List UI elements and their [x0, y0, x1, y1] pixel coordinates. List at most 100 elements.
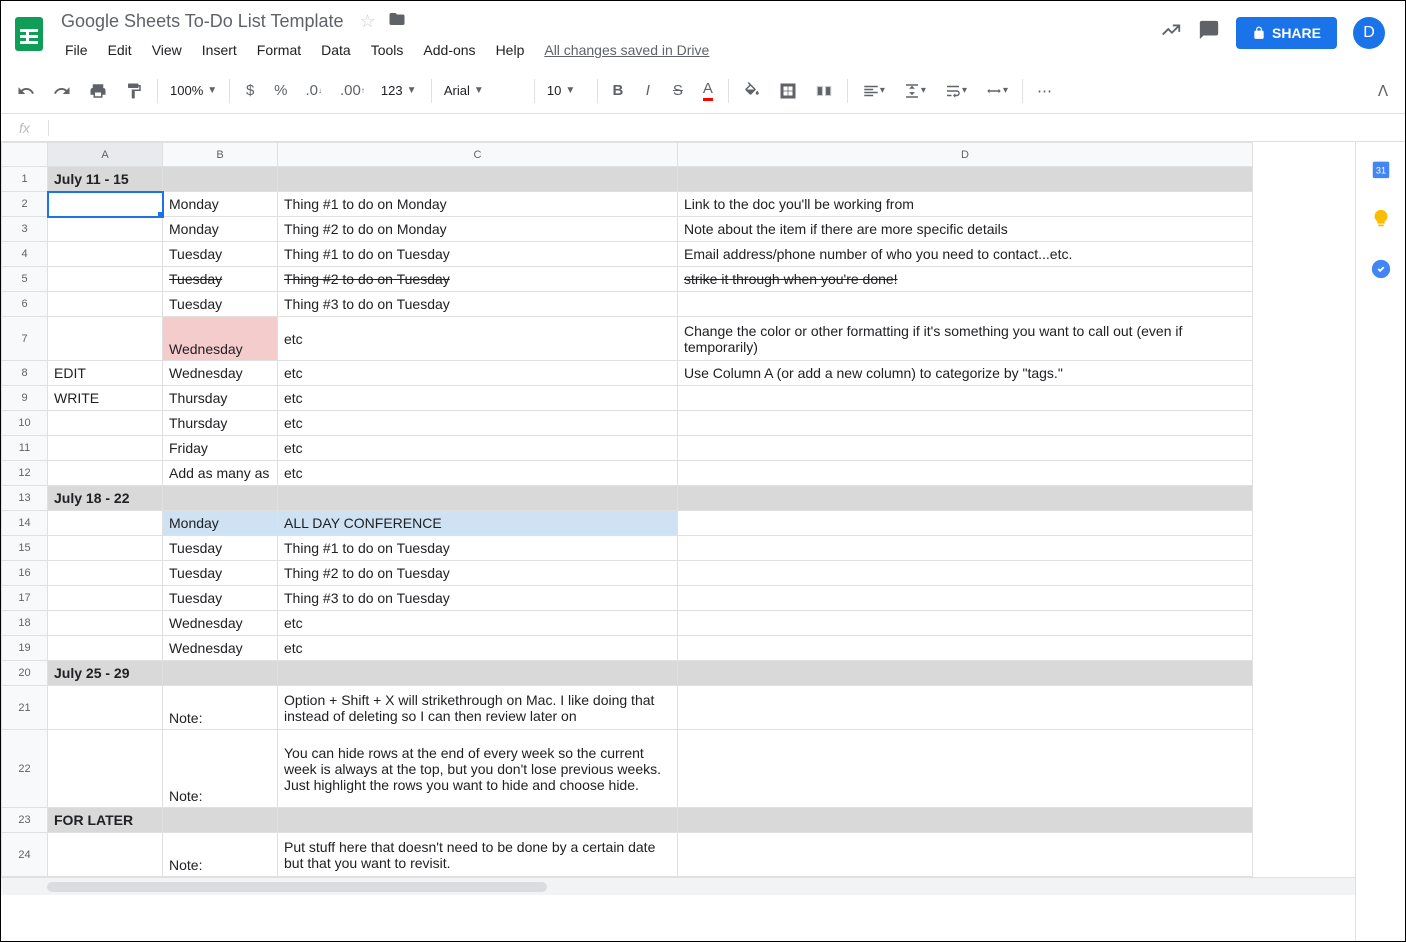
row-header[interactable]: 5 [2, 267, 48, 292]
cell[interactable]: Tuesday [163, 586, 278, 611]
cell[interactable] [163, 661, 278, 686]
number-format-select[interactable]: 123▼ [375, 79, 425, 102]
row-header[interactable]: 22 [2, 730, 48, 808]
menu-view[interactable]: View [144, 38, 190, 62]
cell[interactable]: July 11 - 15 [48, 167, 163, 192]
cell[interactable] [278, 661, 678, 686]
row-header[interactable]: 12 [2, 461, 48, 486]
font-select[interactable]: Arial▼ [438, 79, 528, 102]
cell[interactable] [678, 636, 1253, 661]
cell[interactable] [278, 167, 678, 192]
column-header-b[interactable]: B [163, 143, 278, 167]
explore-icon[interactable] [1160, 19, 1182, 47]
cell[interactable] [48, 586, 163, 611]
cell[interactable] [163, 167, 278, 192]
text-color-button[interactable]: A [694, 74, 722, 107]
cell[interactable] [678, 461, 1253, 486]
comments-icon[interactable] [1198, 19, 1220, 47]
horizontal-scrollbar[interactable] [1, 877, 1355, 895]
folder-icon[interactable] [388, 10, 406, 33]
cell[interactable]: Thursday [163, 386, 278, 411]
row-header[interactable]: 21 [2, 686, 48, 730]
star-icon[interactable]: ☆ [360, 11, 376, 32]
row-header[interactable]: 7 [2, 317, 48, 361]
bold-button[interactable]: B [604, 76, 632, 105]
cell[interactable]: Thing #1 to do on Tuesday [278, 536, 678, 561]
menu-tools[interactable]: Tools [363, 38, 412, 62]
cell[interactable]: Note: [163, 686, 278, 730]
cell[interactable]: Thing #1 to do on Monday [278, 192, 678, 217]
menu-format[interactable]: Format [249, 38, 309, 62]
fill-color-button[interactable] [735, 76, 769, 106]
cell[interactable] [678, 486, 1253, 511]
cell[interactable]: Use Column A (or add a new column) to ca… [678, 361, 1253, 386]
cell[interactable] [163, 808, 278, 833]
row-header[interactable]: 14 [2, 511, 48, 536]
row-header[interactable]: 10 [2, 411, 48, 436]
cell[interactable] [48, 561, 163, 586]
cell[interactable] [678, 661, 1253, 686]
row-header[interactable]: 15 [2, 536, 48, 561]
cell[interactable]: Thing #2 to do on Monday [278, 217, 678, 242]
cell[interactable] [678, 611, 1253, 636]
zoom-select[interactable]: 100%▼ [164, 79, 223, 102]
increase-decimal-button[interactable]: .00↑ [332, 76, 373, 105]
cell[interactable]: Thing #2 to do on Tuesday [278, 267, 678, 292]
cell[interactable]: Wednesday [163, 611, 278, 636]
cell[interactable]: etc [278, 461, 678, 486]
row-header[interactable]: 6 [2, 292, 48, 317]
cell[interactable]: Change the color or other formatting if … [678, 317, 1253, 361]
cell[interactable]: Note about the item if there are more sp… [678, 217, 1253, 242]
collapse-toolbar-button[interactable]: ᐱ [1369, 76, 1397, 106]
cell[interactable]: Thing #2 to do on Tuesday [278, 561, 678, 586]
halign-button[interactable]: ▾ [854, 76, 893, 106]
cell[interactable]: Wednesday [163, 636, 278, 661]
cell[interactable]: Friday [163, 436, 278, 461]
cell[interactable] [48, 317, 163, 361]
cell[interactable] [48, 536, 163, 561]
cell[interactable] [48, 292, 163, 317]
redo-button[interactable] [45, 76, 79, 106]
cell[interactable]: Monday [163, 217, 278, 242]
cell[interactable] [278, 486, 678, 511]
row-header[interactable]: 17 [2, 586, 48, 611]
cell[interactable]: EDIT [48, 361, 163, 386]
cell[interactable]: Add as many as [163, 461, 278, 486]
valign-button[interactable]: ▾ [895, 76, 934, 106]
cell[interactable]: ALL DAY CONFERENCE [278, 511, 678, 536]
column-header-d[interactable]: D [678, 143, 1253, 167]
sheets-logo[interactable] [9, 13, 49, 53]
cell[interactable]: Tuesday [163, 561, 278, 586]
row-header[interactable]: 16 [2, 561, 48, 586]
cell[interactable]: etc [278, 411, 678, 436]
row-header[interactable]: 9 [2, 386, 48, 411]
cell[interactable]: July 18 - 22 [48, 486, 163, 511]
cell[interactable] [678, 436, 1253, 461]
cell[interactable]: Put stuff here that doesn't need to be d… [278, 833, 678, 877]
cell[interactable]: Tuesday [163, 292, 278, 317]
cell[interactable] [678, 511, 1253, 536]
cell[interactable] [48, 267, 163, 292]
cell[interactable]: Tuesday [163, 536, 278, 561]
paint-format-button[interactable] [117, 76, 151, 106]
cell[interactable]: etc [278, 386, 678, 411]
undo-button[interactable] [9, 76, 43, 106]
cell[interactable] [48, 461, 163, 486]
row-header[interactable]: 1 [2, 167, 48, 192]
saved-status[interactable]: All changes saved in Drive [544, 42, 709, 58]
row-header[interactable]: 18 [2, 611, 48, 636]
cell[interactable]: Monday [163, 511, 278, 536]
calendar-icon[interactable]: 31 [1370, 158, 1392, 180]
document-title[interactable]: Google Sheets To-Do List Template [57, 9, 348, 34]
cell[interactable] [48, 636, 163, 661]
more-button[interactable]: ⋯ [1029, 76, 1060, 106]
rotation-button[interactable]: ▾ [977, 76, 1016, 106]
keep-icon[interactable] [1370, 208, 1392, 230]
cell[interactable]: Tuesday [163, 242, 278, 267]
cell[interactable] [678, 386, 1253, 411]
cell[interactable] [678, 808, 1253, 833]
cell[interactable] [678, 561, 1253, 586]
cell[interactable] [678, 833, 1253, 877]
cell[interactable] [163, 486, 278, 511]
cell[interactable] [48, 730, 163, 808]
